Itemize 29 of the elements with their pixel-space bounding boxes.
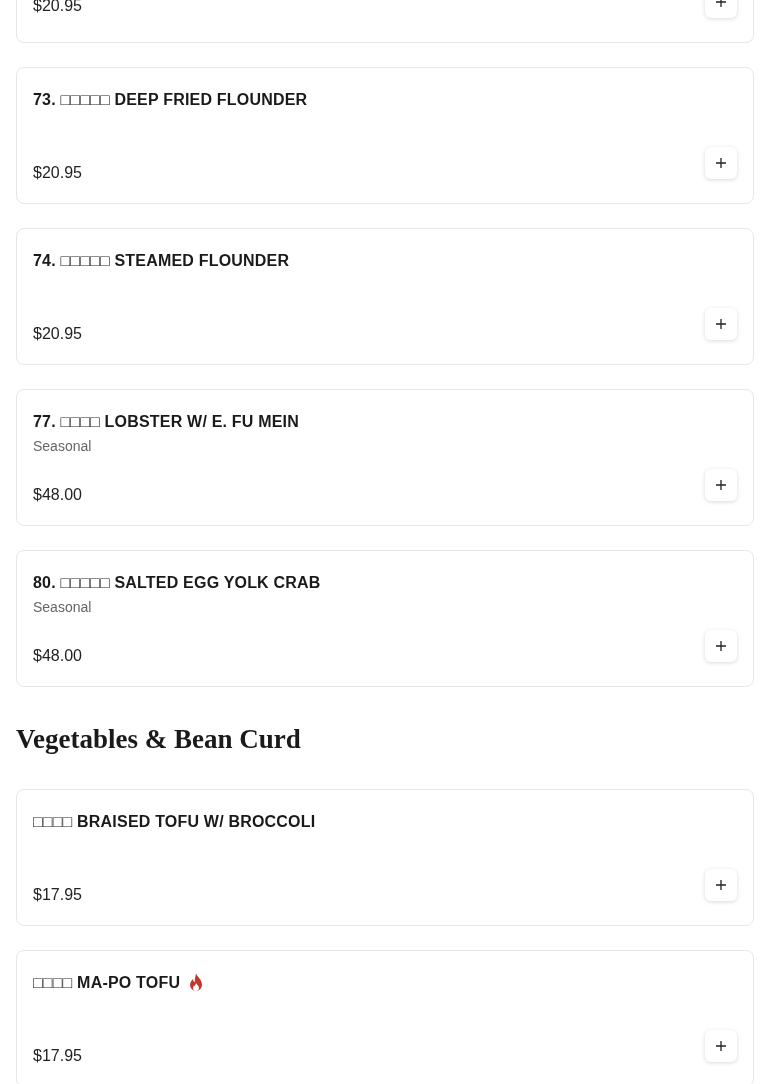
item-price: $17.95 <box>33 885 82 905</box>
item-price: $48.00 <box>33 485 82 505</box>
item-title: □□□□ MA-PO TOFU <box>33 973 181 993</box>
add-button[interactable] <box>705 1030 737 1062</box>
item-price: $48.00 <box>33 646 82 666</box>
item-title: 80. □□□□□ SALTED EGG YOLK CRAB <box>33 573 321 593</box>
item-description: Seasonal <box>33 436 92 456</box>
flame-icon <box>188 973 205 993</box>
plus-icon <box>716 480 726 490</box>
item-title: □□□□ BRAISED TOFU W/ BROCCOLI <box>33 812 316 832</box>
plus-icon <box>716 319 726 329</box>
item-price: $20.95 <box>33 163 82 183</box>
plus-icon <box>716 880 726 890</box>
item-description: Seasonal <box>33 597 92 617</box>
add-button[interactable] <box>705 869 737 901</box>
item-price: $17.95 <box>33 1046 82 1066</box>
item-title: 73. □□□□□ DEEP FRIED FLOUNDER <box>33 90 308 110</box>
add-button[interactable] <box>705 469 737 501</box>
plus-icon <box>716 1041 726 1051</box>
item-title: 77. □□□□ LOBSTER W/ E. FU MEIN <box>33 412 299 432</box>
add-button[interactable] <box>705 308 737 340</box>
plus-icon <box>716 158 726 168</box>
plus-icon <box>716 0 726 7</box>
add-button[interactable] <box>705 147 737 179</box>
section-heading: Vegetables & Bean Curd <box>16 723 302 755</box>
item-price: $20.95 <box>33 324 82 344</box>
add-button[interactable] <box>705 630 737 662</box>
plus-icon <box>716 641 726 651</box>
item-title: 74. □□□□□ STEAMED FLOUNDER <box>33 251 290 271</box>
